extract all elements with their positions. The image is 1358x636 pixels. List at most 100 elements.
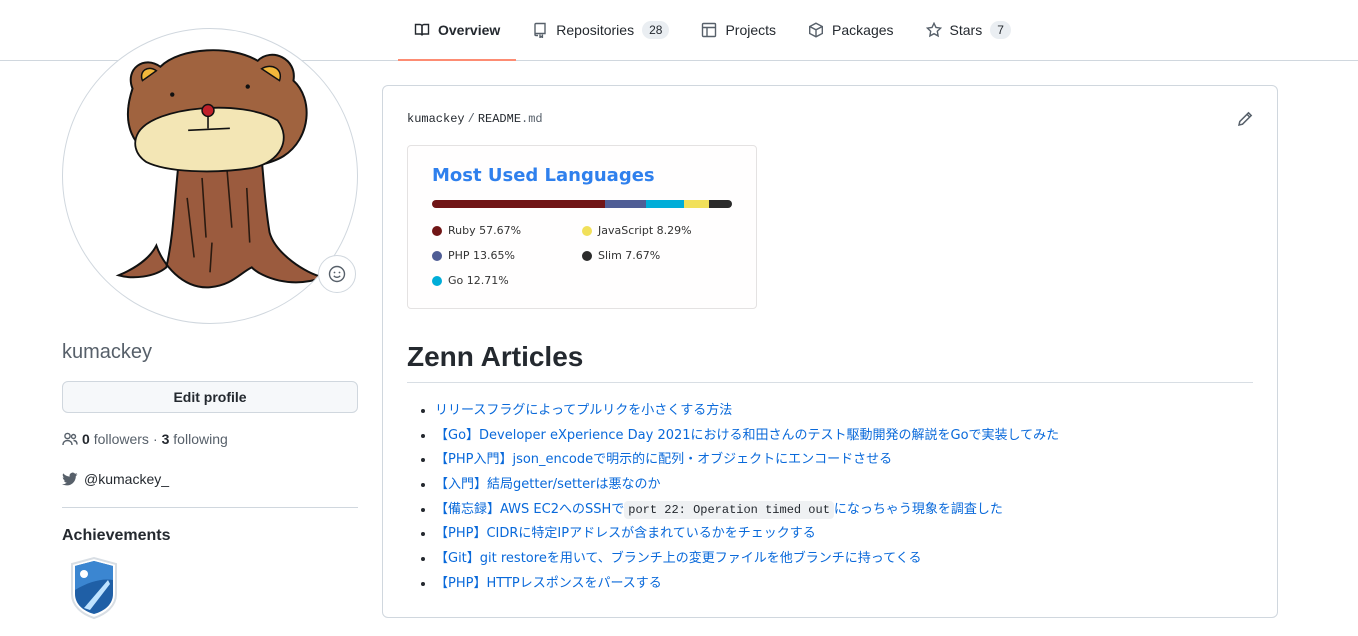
list-item: 【PHP】CIDRに特定IPアドレスが含まれているかをチェックする: [435, 522, 1059, 547]
article-title: 【Go】Developer eXperience Day 2021における和田さ…: [435, 427, 1060, 443]
set-status-button[interactable]: [318, 255, 356, 293]
article-link[interactable]: になっちゃう現象を調査した: [834, 502, 1003, 517]
language-bar-segment: [684, 200, 709, 208]
article-title: 【Git】git restoreを用いて、ブランチ上の変更ファイルを他ブランチに…: [435, 551, 922, 567]
heading-rule: [407, 382, 1253, 383]
language-legend-item: Ruby 57.67%: [432, 224, 521, 237]
bear-stump-illustration: [115, 49, 327, 289]
stars-count-badge: 7: [990, 21, 1011, 39]
article-link[interactable]: リリースフラグによってプルリクを小さくする方法: [435, 403, 732, 418]
sidebar-divider: [62, 507, 358, 508]
list-item: 【PHP】HTTPレスポンスをパースする: [435, 572, 1059, 597]
smiley-icon: [328, 265, 346, 283]
profile-username: kumackey: [62, 341, 153, 363]
project-icon: [702, 22, 717, 38]
arctic-badge-icon: [71, 556, 117, 620]
list-item: リリースフラグによってプルリクを小さくする方法: [435, 399, 1059, 424]
article-title: 【備忘録】AWS EC2へのSSHで: [435, 501, 625, 517]
tab-label: Stars: [949, 22, 983, 38]
article-title-suffix: になっちゃう現象を調査した: [833, 501, 1003, 517]
twitter-handle: @kumackey_: [84, 471, 170, 487]
tab-label: Overview: [438, 22, 501, 38]
language-color-dot: [432, 225, 442, 236]
twitter-icon: [62, 472, 78, 486]
readme-ext: .md: [521, 112, 543, 126]
readme-path: kumackey / README.md: [407, 112, 543, 126]
inline-code: port 22: Operation timed out: [624, 500, 834, 519]
star-icon: [925, 22, 942, 38]
achievements-title: Achievements: [62, 527, 171, 544]
followers-label: followers: [93, 431, 149, 447]
language-legend-item: PHP 13.65%: [432, 249, 515, 262]
list-item: 【入門】結局getter/setterは悪なのか: [435, 473, 1059, 498]
followers-link[interactable]: 0 followers: [82, 431, 149, 447]
followers-count: 0: [82, 431, 90, 447]
language-label: JavaScript 8.29%: [598, 224, 692, 237]
language-label: Go 12.71%: [448, 274, 509, 287]
list-item: 【Git】git restoreを用いて、ブランチ上の変更ファイルを他ブランチに…: [435, 547, 1059, 572]
language-label: Slim 7.67%: [598, 249, 661, 262]
path-separator: /: [467, 112, 475, 126]
zenn-articles-heading: Zenn Articles: [407, 341, 584, 372]
language-label: PHP 13.65%: [448, 249, 515, 262]
tab-stars[interactable]: Stars 7: [910, 0, 1027, 60]
language-color-dot: [432, 250, 442, 261]
most-used-languages-card: Most Used Languages Ruby 57.67% PHP 13.65…: [407, 145, 757, 309]
article-title: 【PHP】HTTPレスポンスをパースする: [435, 575, 662, 591]
article-link[interactable]: 【PHP】CIDRに特定IPアドレスが含まれているかをチェックする: [435, 526, 816, 541]
book-icon: [414, 23, 430, 36]
tab-overview[interactable]: Overview: [398, 0, 517, 61]
language-color-dot: [582, 225, 592, 236]
list-item: 【PHP入門】json_encodeで明示的に配列・オブジェクトにエンコードさせ…: [435, 448, 1059, 473]
language-bar-segment: [432, 200, 605, 208]
edit-profile-button[interactable]: Edit profile: [62, 381, 358, 413]
language-bar-segment: [708, 200, 732, 208]
language-color-dot: [582, 250, 592, 261]
tab-label: Packages: [832, 22, 894, 38]
tab-projects[interactable]: Projects: [685, 0, 792, 60]
twitter-link[interactable]: @kumackey_: [62, 471, 169, 487]
article-link[interactable]: 【Git】git restoreを用いて、ブランチ上の変更ファイルを他ブランチに…: [435, 551, 921, 566]
dot-separator: ·: [152, 431, 158, 447]
repo-icon: [534, 22, 546, 38]
readme-file: README: [477, 112, 522, 126]
article-link[interactable]: 【Go】Developer eXperience Day 2021における和田さ…: [435, 428, 1059, 443]
language-legend-item: Go 12.71%: [432, 274, 509, 287]
tab-label: Repositories: [556, 22, 635, 38]
language-color-dot: [432, 275, 442, 286]
readme-owner: kumackey: [407, 112, 465, 126]
edit-readme-button[interactable]: [1237, 111, 1253, 127]
achievement-badge[interactable]: [66, 556, 122, 620]
article-title: 【PHP】CIDRに特定IPアドレスが含まれているかをチェックする: [435, 526, 816, 542]
pencil-icon: [1238, 111, 1253, 126]
zenn-articles-list: リリースフラグによってプルリクを小さくする方法【Go】Developer eXp…: [435, 399, 1059, 597]
article-link[interactable]: 【入門】結局getter/setterは悪なのか: [435, 477, 660, 492]
avatar[interactable]: [62, 28, 358, 324]
list-item: 【Go】Developer eXperience Day 2021における和田さ…: [435, 424, 1059, 449]
following-label: following: [173, 431, 228, 447]
package-icon: [809, 22, 824, 38]
article-title: リリースフラグによってプルリクを小さくする方法: [435, 403, 733, 418]
tab-repositories[interactable]: Repositories 28: [516, 0, 685, 60]
article-link[interactable]: 【PHP】HTTPレスポンスをパースする: [435, 576, 662, 591]
people-icon: [62, 432, 78, 446]
language-legend-item: JavaScript 8.29%: [582, 224, 692, 237]
language-bar-segment: [605, 200, 646, 208]
list-item: 【備忘録】AWS EC2へのSSHでport 22: Operation tim…: [435, 498, 1059, 523]
follow-stats: 0 followers · 3 following: [62, 431, 228, 447]
tab-packages[interactable]: Packages: [792, 0, 909, 60]
languages-bar: [432, 200, 732, 208]
profile-readme-card: kumackey / README.md Most Used Languages R…: [382, 85, 1278, 618]
article-title: 【入門】結局getter/setterは悪なのか: [435, 477, 661, 493]
article-link[interactable]: 【備忘録】AWS EC2へのSSHで: [435, 502, 624, 517]
languages-title: Most Used Languages: [432, 165, 655, 186]
following-link[interactable]: 3 following: [162, 431, 228, 447]
language-label: Ruby 57.67%: [448, 224, 522, 237]
following-count: 3: [161, 431, 170, 447]
repo-count-badge: 28: [642, 21, 670, 39]
article-title: 【PHP入門】json_encodeで明示的に配列・オブジェクトにエンコードさせ…: [435, 452, 893, 468]
tab-list: Overview Repositories 28 Projects Packag…: [398, 0, 1027, 61]
article-link[interactable]: 【PHP入門】json_encodeで明示的に配列・オブジェクトにエンコードさせ…: [435, 452, 892, 467]
language-legend-item: Slim 7.67%: [582, 249, 660, 262]
tab-label: Projects: [725, 22, 777, 38]
